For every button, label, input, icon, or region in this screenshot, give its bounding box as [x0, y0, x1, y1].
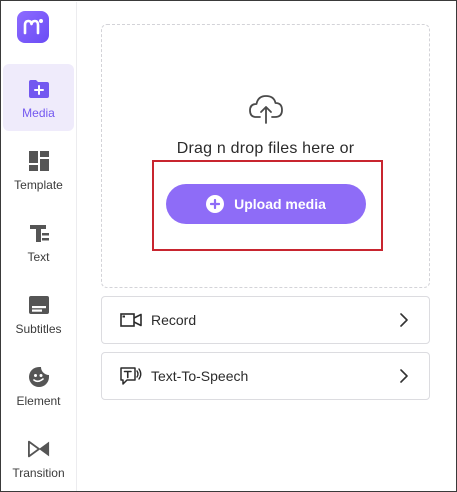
- sidebar-item-label: Text: [27, 250, 50, 264]
- camera-icon: [120, 310, 142, 330]
- record-label: Record: [151, 312, 197, 328]
- chevron-right-icon: [400, 313, 408, 327]
- logo-icon[interactable]: [17, 11, 49, 43]
- sidebar-item-label: Transition: [12, 466, 65, 480]
- plus-circle-icon: [206, 195, 225, 213]
- sidebar-item-label: Element: [16, 394, 61, 408]
- text-to-speech-label: Text-To-Speech: [151, 368, 249, 384]
- sidebar-item-media[interactable]: Media: [3, 64, 74, 131]
- cloud-upload-icon: [248, 91, 284, 125]
- text-icon: [28, 222, 50, 244]
- sidebar: Media Template Text Subtitles Element Tr…: [2, 2, 77, 491]
- element-icon: [28, 366, 50, 388]
- sidebar-item-subtitles[interactable]: Subtitles: [3, 280, 74, 347]
- transition-icon: [27, 438, 50, 460]
- sidebar-item-transition[interactable]: Transition: [3, 424, 74, 491]
- text-to-speech-row[interactable]: Text-To-Speech: [101, 352, 430, 400]
- sidebar-item-label: Template: [14, 178, 63, 192]
- upload-media-label: Upload media: [234, 196, 326, 212]
- sidebar-item-text[interactable]: Text: [3, 208, 74, 275]
- drag-drop-text: Drag n drop files here or: [176, 140, 355, 157]
- app-frame: Media Template Text Subtitles Element Tr…: [0, 0, 457, 492]
- sidebar-item-template[interactable]: Template: [3, 136, 74, 203]
- sidebar-item-label: Subtitles: [15, 322, 62, 336]
- record-row[interactable]: Record: [101, 296, 430, 344]
- sidebar-item-element[interactable]: Element: [3, 352, 74, 419]
- subtitles-icon: [28, 294, 50, 316]
- template-grid-icon: [28, 150, 50, 172]
- chevron-right-icon: [400, 369, 408, 383]
- upload-media-button[interactable]: Upload media: [166, 184, 366, 224]
- sidebar-item-label: Media: [22, 106, 55, 120]
- media-folder-icon: [28, 78, 50, 100]
- text-to-speech-icon: [120, 366, 142, 386]
